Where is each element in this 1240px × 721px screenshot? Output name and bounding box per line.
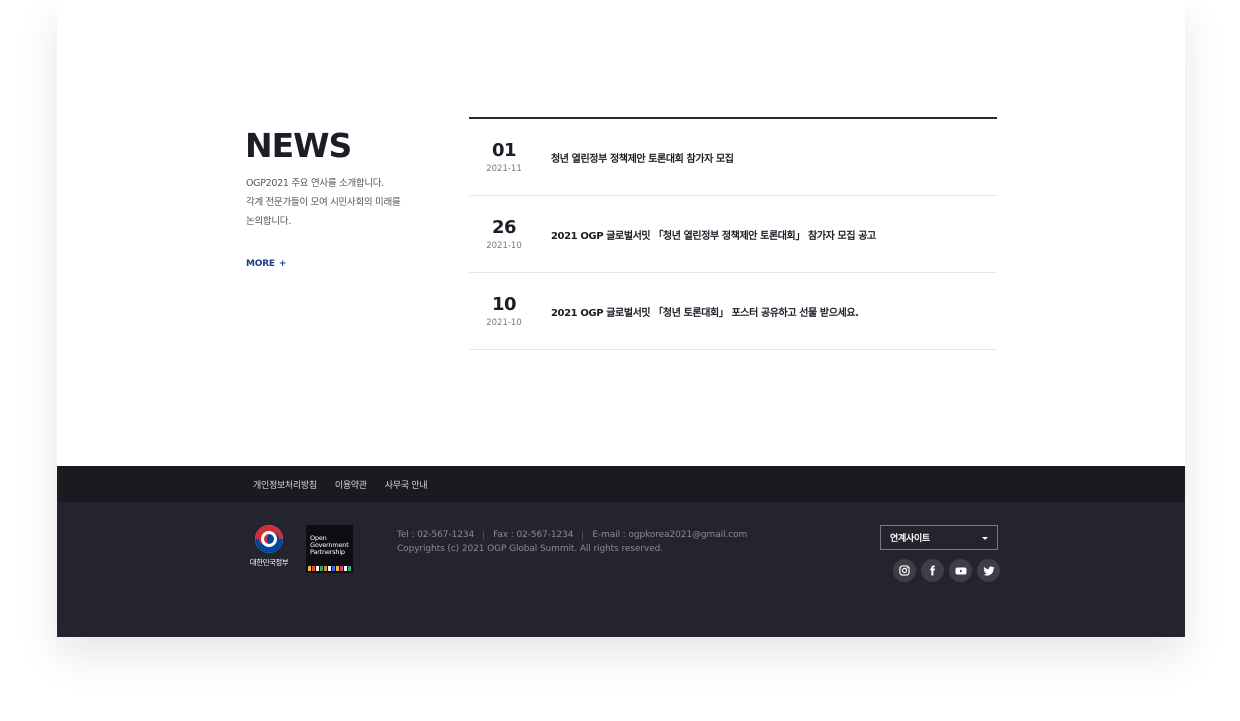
news-date: 10 2021-10 xyxy=(469,293,539,328)
ogp-stripes xyxy=(308,566,351,571)
news-item-title[interactable]: 2021 OGP 글로벌서밋 「청년 토론대회」 포스터 공유하고 선물 받으세… xyxy=(551,304,859,319)
social-links xyxy=(893,559,1000,582)
news-item[interactable]: 01 2021-11 청년 열린정부 정책제안 토론대회 참가자 모집 xyxy=(469,119,997,196)
youtube-icon xyxy=(955,567,966,574)
twitter-icon xyxy=(983,566,994,576)
footer: 대한민국정부 Open Government Partnership Tel :… xyxy=(57,502,1185,637)
instagram-button[interactable] xyxy=(893,559,916,582)
related-site-label: 연계사이트 xyxy=(890,534,930,544)
news-year-month: 2021-11 xyxy=(486,163,522,174)
email-text: E-mail : ogpkorea2021@gmail.com xyxy=(592,530,748,540)
footer-link-terms[interactable]: 이용약관 xyxy=(335,478,367,491)
youtube-button[interactable] xyxy=(949,559,972,582)
news-item-title[interactable]: 2021 OGP 글로벌서밋 「청년 열린정부 정책제안 토론대회」 참가자 모… xyxy=(551,227,876,242)
news-item[interactable]: 10 2021-10 2021 OGP 글로벌서밋 「청년 토론대회」 포스터 … xyxy=(469,273,997,350)
plus-icon: + xyxy=(278,259,287,269)
contact-row: Tel : 02-567-1234 Fax : 02-567-1234 E-ma… xyxy=(397,527,747,543)
footer-top-bar: 개인정보처리방침 이용약관 사무국 안내 xyxy=(57,466,1185,502)
footer-info: Tel : 02-567-1234 Fax : 02-567-1234 E-ma… xyxy=(397,527,747,554)
footer-link-privacy[interactable]: 개인정보처리방침 xyxy=(253,478,317,491)
more-label: MORE xyxy=(246,259,275,269)
news-description: OGP2021 주요 연사를 소개합니다. 각계 전문가들이 모여 시민사회의 … xyxy=(246,174,436,231)
news-description-line: 논의합니다. xyxy=(246,216,291,227)
ogp-logo-line: Partnership xyxy=(310,548,345,556)
ogp-logo: Open Government Partnership xyxy=(306,525,353,573)
related-site-select[interactable]: 연계사이트 xyxy=(880,525,998,550)
tel-text: Tel : 02-567-1234 xyxy=(397,530,475,540)
instagram-icon xyxy=(899,565,910,576)
news-description-line: OGP2021 주요 연사를 소개합니다. xyxy=(246,178,384,189)
copyright-text: Copyrights (c) 2021 OGP Global Summit. A… xyxy=(397,544,663,554)
more-link[interactable]: MORE + xyxy=(246,259,286,269)
news-date: 26 2021-10 xyxy=(469,216,539,251)
news-day: 10 xyxy=(491,293,517,315)
divider xyxy=(582,530,584,540)
twitter-button[interactable] xyxy=(977,559,1000,582)
news-item[interactable]: 26 2021-10 2021 OGP 글로벌서밋 「청년 열린정부 정책제안 … xyxy=(469,196,997,273)
caret-down-icon xyxy=(982,537,988,540)
facebook-icon xyxy=(930,565,936,576)
news-description-line: 각계 전문가들이 모여 시민사회의 미래를 xyxy=(246,197,401,208)
facebook-button[interactable] xyxy=(921,559,944,582)
news-day: 01 xyxy=(491,139,517,161)
footer-links: 개인정보처리방침 이용약관 사무국 안내 xyxy=(253,466,428,502)
news-year-month: 2021-10 xyxy=(486,317,522,328)
news-date: 01 2021-11 xyxy=(469,139,539,174)
ogp-logo-text: Open Government Partnership xyxy=(310,535,349,556)
news-title: NEWS xyxy=(245,126,352,165)
taegeuk-emblem-icon xyxy=(255,525,283,553)
divider xyxy=(483,530,485,540)
news-item-title[interactable]: 청년 열린정부 정책제안 토론대회 참가자 모집 xyxy=(551,150,734,165)
news-year-month: 2021-10 xyxy=(486,240,522,251)
gov-logo-text: 대한민국정부 xyxy=(249,558,289,567)
page-card: NEWS OGP2021 주요 연사를 소개합니다. 각계 전문가들이 모여 시… xyxy=(57,0,1185,637)
footer-link-office[interactable]: 사무국 안내 xyxy=(385,478,428,491)
fax-text: Fax : 02-567-1234 xyxy=(493,530,574,540)
news-list: 01 2021-11 청년 열린정부 정책제안 토론대회 참가자 모집 26 2… xyxy=(469,117,997,350)
korea-government-logo: 대한민국정부 xyxy=(245,525,291,571)
news-day: 26 xyxy=(491,216,517,238)
page: NEWS OGP2021 주요 연사를 소개합니다. 각계 전문가들이 모여 시… xyxy=(0,0,1240,721)
